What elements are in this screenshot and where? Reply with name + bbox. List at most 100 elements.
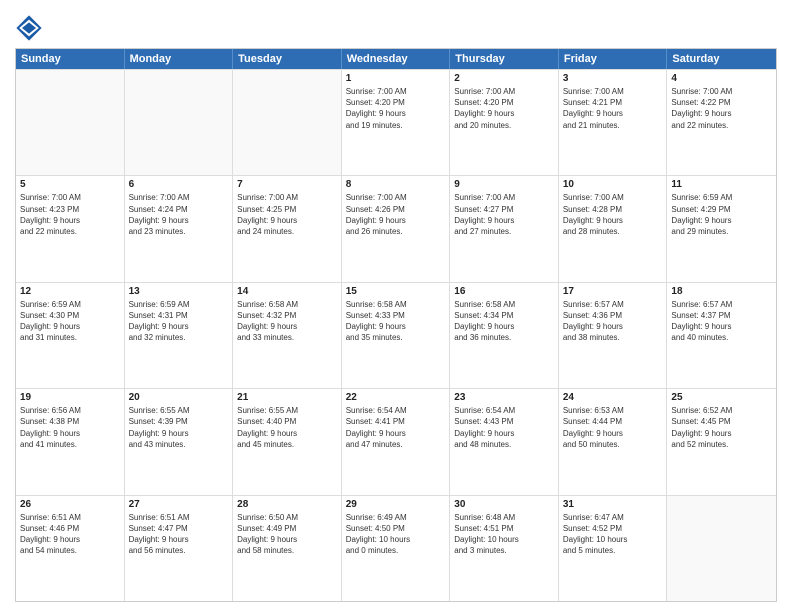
- weekday-header-saturday: Saturday: [667, 49, 776, 69]
- cell-info-line: Daylight: 10 hours: [563, 534, 663, 545]
- cell-info-line: and 32 minutes.: [129, 332, 229, 343]
- logo: [15, 14, 46, 42]
- cell-info-line: and 56 minutes.: [129, 545, 229, 556]
- day-number: 7: [237, 179, 337, 190]
- cell-info-line: Sunset: 4:37 PM: [671, 310, 772, 321]
- cell-info-line: Sunset: 4:33 PM: [346, 310, 446, 321]
- cell-info-line: Sunrise: 7:00 AM: [454, 192, 554, 203]
- cell-info-line: Sunrise: 6:52 AM: [671, 405, 772, 416]
- cell-info-line: and 40 minutes.: [671, 332, 772, 343]
- calendar-day-10: 10Sunrise: 7:00 AMSunset: 4:28 PMDayligh…: [559, 176, 668, 281]
- day-number: 9: [454, 179, 554, 190]
- calendar-day-21: 21Sunrise: 6:55 AMSunset: 4:40 PMDayligh…: [233, 389, 342, 494]
- calendar-day-empty: [16, 70, 125, 175]
- day-number: 11: [671, 179, 772, 190]
- cell-info-line: and 43 minutes.: [129, 439, 229, 450]
- cell-info-line: Daylight: 9 hours: [454, 108, 554, 119]
- calendar-day-11: 11Sunrise: 6:59 AMSunset: 4:29 PMDayligh…: [667, 176, 776, 281]
- calendar-day-5: 5Sunrise: 7:00 AMSunset: 4:23 PMDaylight…: [16, 176, 125, 281]
- cell-info-line: Sunset: 4:51 PM: [454, 523, 554, 534]
- cell-info-line: and 35 minutes.: [346, 332, 446, 343]
- cell-info-line: Daylight: 9 hours: [346, 321, 446, 332]
- cell-info-line: and 22 minutes.: [671, 120, 772, 131]
- cell-info-line: Daylight: 9 hours: [237, 215, 337, 226]
- cell-info-line: Daylight: 9 hours: [20, 215, 120, 226]
- cell-info-line: Sunrise: 6:56 AM: [20, 405, 120, 416]
- cell-info-line: Sunrise: 7:00 AM: [346, 86, 446, 97]
- day-number: 21: [237, 392, 337, 403]
- cell-info-line: and 36 minutes.: [454, 332, 554, 343]
- calendar-day-2: 2Sunrise: 7:00 AMSunset: 4:20 PMDaylight…: [450, 70, 559, 175]
- day-number: 1: [346, 73, 446, 84]
- cell-info-line: Sunrise: 6:55 AM: [237, 405, 337, 416]
- day-number: 4: [671, 73, 772, 84]
- calendar-day-31: 31Sunrise: 6:47 AMSunset: 4:52 PMDayligh…: [559, 496, 668, 601]
- cell-info-line: Sunrise: 6:51 AM: [20, 512, 120, 523]
- day-number: 8: [346, 179, 446, 190]
- calendar-day-29: 29Sunrise: 6:49 AMSunset: 4:50 PMDayligh…: [342, 496, 451, 601]
- cell-info-line: Sunset: 4:32 PM: [237, 310, 337, 321]
- cell-info-line: and 47 minutes.: [346, 439, 446, 450]
- day-number: 23: [454, 392, 554, 403]
- cell-info-line: Sunset: 4:34 PM: [454, 310, 554, 321]
- page: SundayMondayTuesdayWednesdayThursdayFrid…: [0, 0, 792, 612]
- cell-info-line: Daylight: 9 hours: [563, 215, 663, 226]
- cell-info-line: Daylight: 10 hours: [454, 534, 554, 545]
- cell-info-line: Sunrise: 6:57 AM: [671, 299, 772, 310]
- cell-info-line: Sunrise: 6:59 AM: [671, 192, 772, 203]
- day-number: 20: [129, 392, 229, 403]
- cell-info-line: and 52 minutes.: [671, 439, 772, 450]
- cell-info-line: Sunset: 4:38 PM: [20, 416, 120, 427]
- cell-info-line: Sunset: 4:31 PM: [129, 310, 229, 321]
- cell-info-line: Daylight: 9 hours: [237, 534, 337, 545]
- cell-info-line: and 5 minutes.: [563, 545, 663, 556]
- cell-info-line: Sunset: 4:41 PM: [346, 416, 446, 427]
- calendar-day-26: 26Sunrise: 6:51 AMSunset: 4:46 PMDayligh…: [16, 496, 125, 601]
- cell-info-line: Sunset: 4:23 PM: [20, 204, 120, 215]
- cell-info-line: Sunrise: 6:53 AM: [563, 405, 663, 416]
- cell-info-line: Sunset: 4:44 PM: [563, 416, 663, 427]
- calendar-body: 1Sunrise: 7:00 AMSunset: 4:20 PMDaylight…: [16, 69, 776, 601]
- cell-info-line: Daylight: 9 hours: [129, 215, 229, 226]
- weekday-header-friday: Friday: [559, 49, 668, 69]
- cell-info-line: Sunrise: 7:00 AM: [563, 192, 663, 203]
- cell-info-line: and 54 minutes.: [20, 545, 120, 556]
- calendar-day-16: 16Sunrise: 6:58 AMSunset: 4:34 PMDayligh…: [450, 283, 559, 388]
- cell-info-line: and 0 minutes.: [346, 545, 446, 556]
- calendar-day-25: 25Sunrise: 6:52 AMSunset: 4:45 PMDayligh…: [667, 389, 776, 494]
- cell-info-line: Daylight: 9 hours: [346, 215, 446, 226]
- logo-icon: [15, 14, 43, 42]
- cell-info-line: Sunset: 4:30 PM: [20, 310, 120, 321]
- cell-info-line: Sunrise: 6:48 AM: [454, 512, 554, 523]
- cell-info-line: Sunrise: 6:50 AM: [237, 512, 337, 523]
- calendar-day-7: 7Sunrise: 7:00 AMSunset: 4:25 PMDaylight…: [233, 176, 342, 281]
- cell-info-line: Sunrise: 6:58 AM: [346, 299, 446, 310]
- calendar-week-3: 19Sunrise: 6:56 AMSunset: 4:38 PMDayligh…: [16, 388, 776, 494]
- cell-info-line: Sunset: 4:52 PM: [563, 523, 663, 534]
- cell-info-line: Daylight: 10 hours: [346, 534, 446, 545]
- cell-info-line: Sunrise: 7:00 AM: [563, 86, 663, 97]
- cell-info-line: Daylight: 9 hours: [237, 321, 337, 332]
- cell-info-line: Sunrise: 6:59 AM: [129, 299, 229, 310]
- calendar-day-empty: [233, 70, 342, 175]
- calendar-week-2: 12Sunrise: 6:59 AMSunset: 4:30 PMDayligh…: [16, 282, 776, 388]
- calendar-day-20: 20Sunrise: 6:55 AMSunset: 4:39 PMDayligh…: [125, 389, 234, 494]
- day-number: 15: [346, 286, 446, 297]
- cell-info-line: Sunrise: 6:49 AM: [346, 512, 446, 523]
- cell-info-line: and 50 minutes.: [563, 439, 663, 450]
- cell-info-line: Sunset: 4:47 PM: [129, 523, 229, 534]
- weekday-header-thursday: Thursday: [450, 49, 559, 69]
- day-number: 28: [237, 499, 337, 510]
- cell-info-line: Sunrise: 7:00 AM: [129, 192, 229, 203]
- cell-info-line: Sunset: 4:39 PM: [129, 416, 229, 427]
- calendar-day-23: 23Sunrise: 6:54 AMSunset: 4:43 PMDayligh…: [450, 389, 559, 494]
- day-number: 24: [563, 392, 663, 403]
- cell-info-line: and 29 minutes.: [671, 226, 772, 237]
- weekday-header-wednesday: Wednesday: [342, 49, 451, 69]
- day-number: 14: [237, 286, 337, 297]
- cell-info-line: Sunrise: 6:47 AM: [563, 512, 663, 523]
- weekday-header-tuesday: Tuesday: [233, 49, 342, 69]
- calendar-day-empty: [667, 496, 776, 601]
- cell-info-line: Daylight: 9 hours: [671, 108, 772, 119]
- cell-info-line: Daylight: 9 hours: [671, 215, 772, 226]
